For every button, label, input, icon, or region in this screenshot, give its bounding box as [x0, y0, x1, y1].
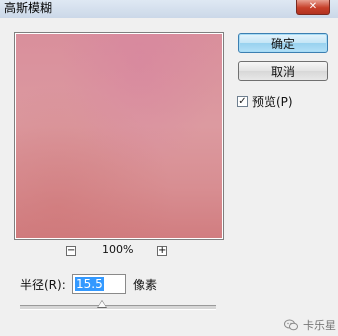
wechat-icon: [284, 319, 298, 331]
radius-value[interactable]: 15.5: [75, 277, 104, 291]
preview-checkbox[interactable]: ✓: [237, 96, 248, 107]
zoom-level: 100%: [102, 243, 134, 256]
gaussian-blur-dialog: 确定 取消 ✓ 预览(P) − 100% + 半径(R): 15.5 像素 卡乐…: [0, 18, 338, 332]
cancel-button[interactable]: 取消: [238, 61, 328, 81]
preview-checkbox-label[interactable]: 预览(P): [252, 95, 293, 109]
zoom-in-button[interactable]: +: [157, 246, 167, 256]
radius-slider-track[interactable]: [20, 305, 216, 310]
preview-pane[interactable]: [14, 32, 224, 240]
radius-label: 半径(R):: [20, 278, 66, 292]
plus-icon: +: [158, 245, 167, 256]
watermark-text: 卡乐星: [303, 319, 336, 332]
minus-icon: −: [67, 245, 76, 256]
title-bar: 高斯模糊 ✕: [0, 0, 338, 19]
ok-button[interactable]: 确定: [238, 33, 328, 53]
radius-slider-thumb[interactable]: [97, 300, 108, 308]
zoom-out-button[interactable]: −: [66, 246, 76, 256]
close-button[interactable]: ✕: [296, 0, 330, 15]
check-icon: ✓: [238, 96, 247, 107]
preview-image[interactable]: [16, 34, 222, 238]
window-title: 高斯模糊: [4, 1, 53, 15]
radius-unit-label: 像素: [133, 278, 158, 292]
close-icon: ✕: [308, 1, 318, 12]
radius-input[interactable]: 15.5: [72, 274, 126, 294]
